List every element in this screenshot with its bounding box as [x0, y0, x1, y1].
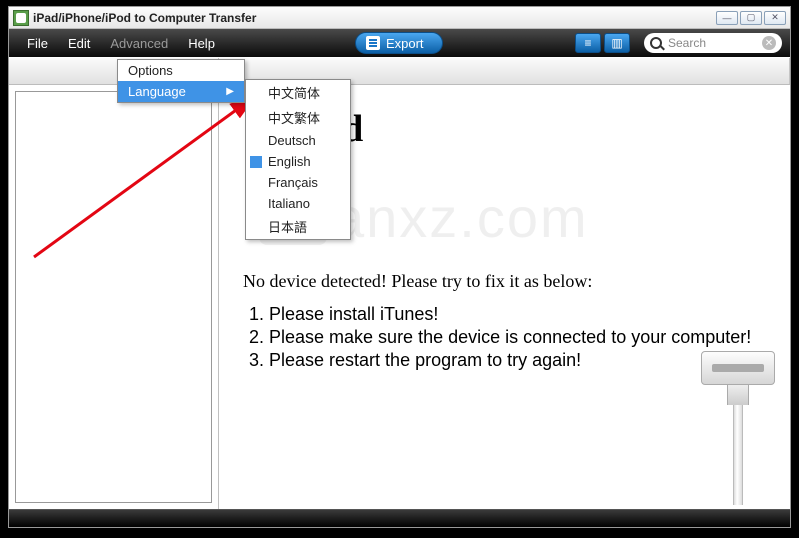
- sidebar: [9, 85, 219, 509]
- advanced-menu-dropdown: Options Language ▶: [117, 59, 245, 103]
- status-bar: [9, 509, 790, 527]
- menu-file[interactable]: File: [17, 31, 58, 56]
- lang-de[interactable]: Deutsch: [246, 130, 350, 151]
- minimize-button[interactable]: —: [716, 11, 738, 25]
- view-toggle-group: ≡ ▥: [575, 33, 630, 53]
- submenu-arrow-icon: ▶: [226, 86, 234, 97]
- export-label: Export: [386, 36, 424, 51]
- lang-zh-traditional[interactable]: 中文繁体: [246, 105, 350, 130]
- maximize-button[interactable]: ▢: [740, 11, 762, 25]
- step-item: Please make sure the device is connected…: [269, 327, 766, 348]
- step-item: Please restart the program to try again!: [269, 350, 766, 371]
- menu-edit[interactable]: Edit: [58, 31, 100, 56]
- search-icon: [650, 37, 662, 49]
- app-window: iPad/iPhone/iPod to Computer Transfer — …: [8, 6, 791, 528]
- menu-advanced[interactable]: Advanced: [100, 31, 178, 56]
- body-area: Started anxz.com No device detected! Ple…: [9, 85, 790, 509]
- language-submenu: 中文简体 中文繁体 Deutsch English Français Itali…: [245, 79, 351, 240]
- window-controls: — ▢ ✕: [716, 11, 786, 25]
- fix-steps-list: Please install iTunes! Please make sure …: [269, 304, 766, 371]
- search-placeholder: Search: [668, 36, 756, 50]
- no-device-message: No device detected! Please try to fix it…: [243, 271, 766, 292]
- title-bar: iPad/iPhone/iPod to Computer Transfer — …: [9, 7, 790, 29]
- window-title: iPad/iPhone/iPod to Computer Transfer: [33, 11, 256, 25]
- view-list-button[interactable]: ≡: [575, 33, 601, 53]
- menu-help[interactable]: Help: [178, 31, 225, 56]
- device-tree[interactable]: [15, 91, 212, 503]
- export-icon: [366, 36, 380, 50]
- clear-search-icon[interactable]: ✕: [762, 36, 776, 50]
- close-button[interactable]: ✕: [764, 11, 786, 25]
- search-box[interactable]: Search ✕: [644, 33, 782, 53]
- export-button[interactable]: Export: [355, 32, 443, 54]
- view-grid-button[interactable]: ▥: [604, 33, 630, 53]
- dock-connector-illustration: [698, 351, 778, 491]
- lang-ja[interactable]: 日本語: [246, 214, 350, 239]
- lang-fr[interactable]: Français: [246, 172, 350, 193]
- step-item: Please install iTunes!: [269, 304, 766, 325]
- lang-zh-simplified[interactable]: 中文简体: [246, 80, 350, 105]
- lang-it[interactable]: Italiano: [246, 193, 350, 214]
- menu-item-options[interactable]: Options: [118, 60, 244, 81]
- lang-en[interactable]: English: [246, 151, 350, 172]
- app-icon: [13, 10, 29, 26]
- menu-item-language[interactable]: Language ▶: [118, 81, 244, 102]
- menu-bar: File Edit Advanced Help Export ≡ ▥ Searc…: [9, 29, 790, 57]
